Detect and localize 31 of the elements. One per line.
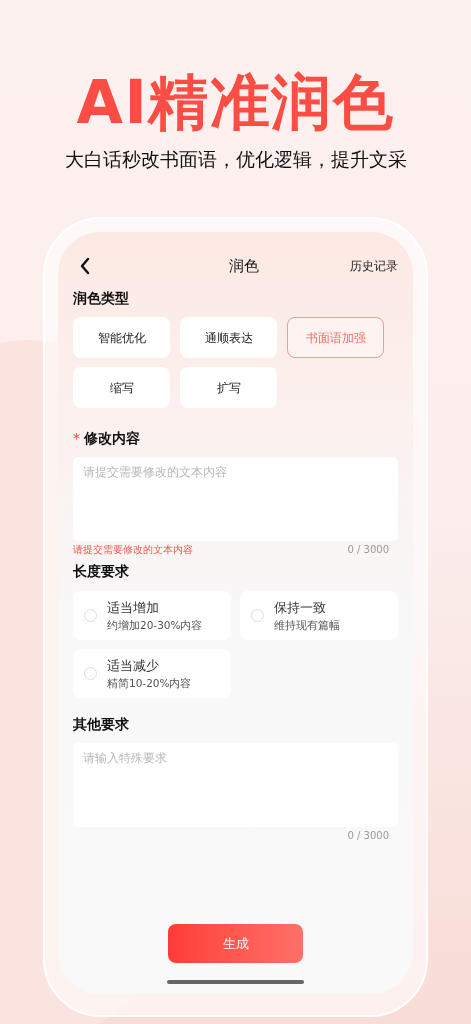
radio-button[interactable] [84, 667, 97, 680]
error-message: 请提交需要修改的文本内容 [73, 542, 193, 557]
back-icon[interactable] [79, 257, 91, 275]
option-description: 精简10-20%内容 [107, 675, 192, 691]
length-option[interactable]: 适当减少 精简10-20%内容 [73, 649, 231, 698]
option-title: 保持一致 [274, 598, 327, 616]
section-title: 润色类型 [73, 289, 130, 308]
option-description: 约增加20-30%内容 [107, 617, 203, 633]
section-title: 修改内容 [84, 429, 140, 448]
option-description: 维持现有篇幅 [274, 617, 340, 633]
length-option[interactable]: 保持一致 维持现有篇幅 [240, 591, 398, 640]
type-option[interactable]: 通顺表达 [180, 317, 277, 358]
radio-button[interactable] [251, 609, 264, 622]
page-title: 润色 [228, 255, 259, 277]
content-field[interactable]: 请提交需要修改的文本内容 [73, 457, 398, 541]
section-title: 其他要求 [73, 715, 130, 734]
length-option[interactable]: 适当增加 约增加20-30%内容 [73, 591, 231, 640]
option-title: 适当减少 [107, 656, 160, 674]
required-mark: * [73, 429, 80, 448]
type-option[interactable]: 扩写 [180, 367, 277, 408]
section-title: 长度要求 [73, 562, 130, 581]
headline: AI精准润色 [76, 68, 395, 136]
history-link[interactable]: 历史记录 [350, 257, 398, 275]
char-counter: 0 / 3000 [347, 542, 389, 557]
radio-button[interactable] [84, 609, 97, 622]
type-option[interactable]: 智能优化 [73, 317, 170, 358]
char-counter: 0 / 3000 [347, 829, 389, 842]
subtitle: 大白话秒改书面语，优化逻辑，提升文采 [64, 147, 407, 172]
option-title: 适当增加 [107, 598, 160, 616]
requirements-field[interactable]: 请输入特殊要求 [73, 743, 398, 827]
type-option[interactable]: 缩写 [73, 367, 170, 408]
